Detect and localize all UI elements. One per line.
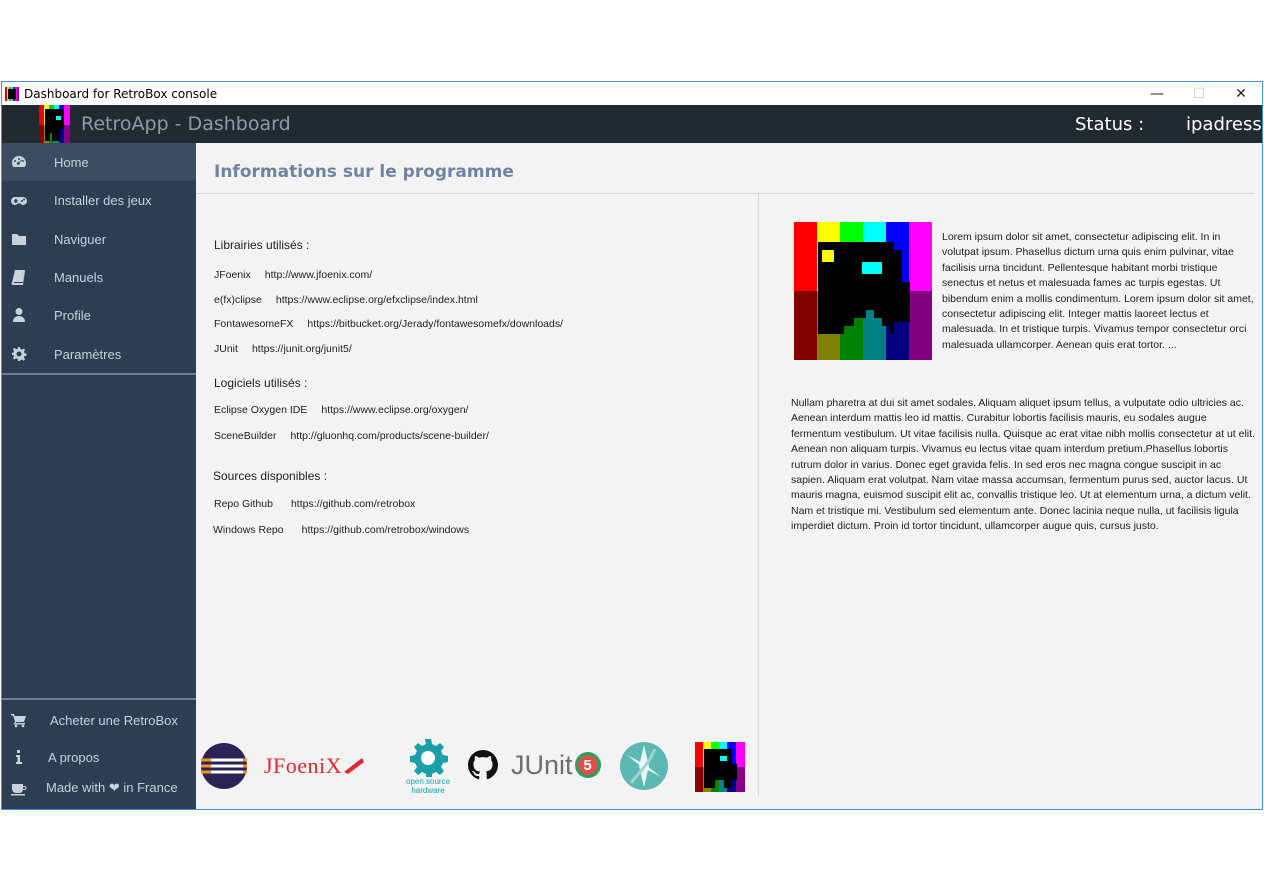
source-name: Repo Github bbox=[214, 498, 273, 510]
source-row: Windows Repo https://github.com/retrobox/… bbox=[213, 524, 469, 536]
folder-icon bbox=[10, 230, 28, 248]
gear-icon bbox=[10, 345, 28, 363]
close-button[interactable]: ✕ bbox=[1220, 82, 1262, 105]
window-controls: — ☐ ✕ bbox=[1136, 82, 1262, 105]
sidebar-item-label: Home bbox=[54, 154, 89, 170]
source-name: Windows Repo bbox=[213, 524, 284, 536]
library-name: JFoenix bbox=[214, 269, 251, 281]
maximize-button[interactable]: ☐ bbox=[1178, 82, 1220, 105]
library-url[interactable]: http://www.jfoenix.com/ bbox=[265, 269, 372, 281]
osh-text-line2: hardware bbox=[411, 786, 445, 795]
jfoenix-text: JFoeniX bbox=[264, 753, 343, 778]
sidebar-item-label: Paramètres bbox=[54, 346, 122, 362]
scenebuilder-logo bbox=[619, 741, 669, 791]
retrobox-app-icon bbox=[5, 86, 19, 101]
retrobox-logo bbox=[39, 105, 70, 143]
page-title: Informations sur le programme bbox=[214, 162, 514, 182]
sidebar-divider bbox=[2, 698, 196, 700]
software-name: SceneBuilder bbox=[214, 430, 277, 442]
minimize-button[interactable]: — bbox=[1136, 82, 1178, 105]
sidebar-divider bbox=[2, 373, 196, 375]
book-icon bbox=[10, 268, 28, 286]
status-label: Status : bbox=[1075, 114, 1145, 135]
retrobox-big-logo bbox=[794, 222, 932, 360]
sidebar-item-installer[interactable]: Installer des jeux bbox=[2, 181, 196, 219]
software-row: Eclipse Oxygen IDE https://www.eclipse.or… bbox=[214, 404, 468, 416]
column-divider bbox=[758, 194, 759, 796]
user-icon bbox=[10, 306, 28, 324]
window-title: Dashboard for RetroBox console bbox=[24, 86, 218, 101]
libraries-heading: Librairies utilisés : bbox=[214, 238, 310, 252]
sidebar-item-label: Naviguer bbox=[54, 231, 107, 247]
main-content: Informations sur le programme Librairies… bbox=[196, 143, 1262, 809]
sidebar-item-made-in-france: Made with ❤ in France bbox=[2, 769, 196, 807]
sidebar-item-parametres[interactable]: Paramètres bbox=[2, 335, 196, 373]
library-name: JUnit bbox=[214, 343, 238, 355]
library-url[interactable]: https://www.eclipse.org/efxclipse/index.… bbox=[276, 294, 478, 306]
library-url[interactable]: https://bitbucket.org/Jerady/fontawesome… bbox=[307, 318, 563, 330]
sidebar-item-naviguer[interactable]: Naviguer bbox=[2, 220, 196, 258]
open-source-hardware-logo: open source hardware bbox=[401, 738, 455, 796]
software-heading: Logiciels utilisés : bbox=[214, 376, 308, 390]
eclipse-logo bbox=[199, 743, 249, 789]
software-row: SceneBuilder http://gluonhq.com/products/… bbox=[214, 430, 489, 442]
source-url[interactable]: https://github.com/retrobox/windows bbox=[302, 524, 470, 536]
source-url[interactable]: https://github.com/retrobox bbox=[291, 498, 415, 510]
app-header: RetroApp - Dashboard Status : ipadresse bbox=[2, 105, 1262, 143]
gamepad-icon bbox=[10, 191, 28, 209]
title-divider bbox=[196, 193, 1254, 194]
library-row: JFoenix http://www.jfoenix.com/ bbox=[214, 269, 372, 281]
retrobox-small-logo bbox=[695, 742, 745, 792]
coffee-icon bbox=[10, 779, 28, 797]
library-row: e(fx)clipse https://www.eclipse.org/efxcl… bbox=[214, 294, 478, 306]
cart-icon bbox=[10, 711, 28, 729]
sidebar-item-buy-retrobox[interactable]: Acheter une RetroBox bbox=[2, 701, 196, 739]
ip-address-label: ipadresse bbox=[1186, 114, 1262, 135]
sidebar-item-label: Manuels bbox=[54, 269, 104, 285]
software-url[interactable]: https://www.eclipse.org/oxygen/ bbox=[321, 404, 468, 416]
library-url[interactable]: https://junit.org/junit5/ bbox=[252, 343, 352, 355]
software-name: Eclipse Oxygen IDE bbox=[214, 404, 308, 416]
dashboard-icon bbox=[10, 153, 28, 171]
junit5-logo: JUnit 5 bbox=[511, 747, 606, 783]
window-titlebar[interactable]: Dashboard for RetroBox console — ☐ ✕ bbox=[2, 82, 1262, 105]
sidebar-item-profile[interactable]: Profile bbox=[2, 296, 196, 334]
software-url[interactable]: http://gluonhq.com/products/scene-builde… bbox=[290, 430, 488, 442]
library-row: FontawesomeFX https://bitbucket.org/Jerad… bbox=[214, 318, 563, 330]
sidebar: Home Installer des jeux Naviguer Manuels… bbox=[2, 143, 196, 809]
sidebar-item-manuels[interactable]: Manuels bbox=[2, 258, 196, 296]
sidebar-item-label: Acheter une RetroBox bbox=[50, 712, 178, 728]
source-row: Repo Github https://github.com/retrobox bbox=[214, 498, 415, 510]
library-name: e(fx)clipse bbox=[214, 294, 262, 306]
jfoenix-logo: JFoeniX bbox=[264, 751, 384, 781]
sidebar-item-label: Profile bbox=[54, 307, 91, 323]
info-icon bbox=[10, 748, 28, 766]
sidebar-item-label: Installer des jeux bbox=[54, 192, 152, 208]
sources-heading: Sources disponibles : bbox=[213, 469, 328, 483]
logo-strip: JFoeniX open source hardware JUnit 5 bbox=[196, 739, 756, 799]
description-paragraph: Nullam pharetra at dui sit amet sodales.… bbox=[791, 397, 1255, 533]
description-paragraph: Lorem ipsum dolor sit amet, consectetur … bbox=[942, 231, 1254, 351]
sidebar-item-label: A propos bbox=[48, 749, 100, 765]
library-name: FontawesomeFX bbox=[214, 318, 294, 330]
sidebar-item-home[interactable]: Home bbox=[2, 143, 196, 181]
osh-text-line1: open source bbox=[405, 777, 451, 786]
junit-text: JUnit bbox=[511, 749, 573, 780]
app-title: RetroApp - Dashboard bbox=[81, 113, 291, 135]
app-window: Dashboard for RetroBox console — ☐ ✕ Ret… bbox=[1, 81, 1263, 810]
sidebar-item-label: Made with ❤ in France bbox=[46, 780, 178, 795]
junit-5-badge: 5 bbox=[577, 755, 598, 775]
github-icon bbox=[468, 749, 498, 781]
library-row: JUnit https://junit.org/junit5/ bbox=[214, 343, 352, 355]
